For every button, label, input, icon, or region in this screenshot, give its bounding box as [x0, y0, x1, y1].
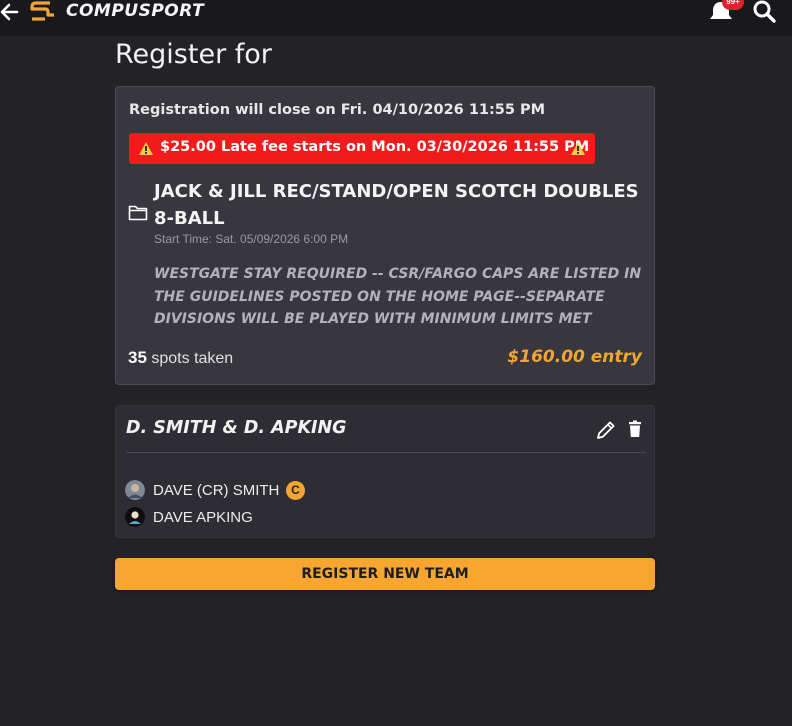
registration-close-notice: Registration will close on Fri. 04/10/20… [129, 102, 546, 118]
back-arrow-icon[interactable] [0, 1, 20, 23]
divider [126, 452, 646, 453]
spots-taken-count: 35 [128, 348, 147, 367]
spots-taken-label: spots taken [151, 350, 234, 367]
late-fee-text: $25.00 Late fee starts on Mon. 03/30/202… [160, 139, 590, 155]
register-new-team-button[interactable]: REGISTER NEW TEAM [115, 558, 655, 590]
team-card: D. SMITH & D. APKING DAVE (CR) SMITH C D… [115, 405, 655, 538]
search-icon[interactable] [751, 0, 777, 24]
avatar [125, 480, 145, 500]
member-name: DAVE APKING [153, 509, 253, 526]
event-card: Registration will close on Fri. 04/10/20… [115, 86, 655, 385]
captain-badge: C [286, 481, 305, 500]
warning-icon [571, 142, 585, 155]
event-title: JACK & JILL REC/STAND/OPEN SCOTCH DOUBLE… [154, 181, 639, 229]
avatar [125, 507, 145, 527]
page-title: Register for [115, 39, 272, 70]
folder-icon [128, 205, 148, 221]
compusport-logo-icon[interactable] [28, 0, 58, 22]
warning-icon [139, 142, 153, 155]
late-fee-banner: $25.00 Late fee starts on Mon. 03/30/202… [129, 133, 595, 164]
event-start-time: Start Time: Sat. 05/09/2026 6:00 PM [154, 232, 349, 246]
brand-name[interactable]: COMPUSPORT [66, 1, 204, 21]
spots-taken: 35 spots taken [128, 348, 233, 368]
team-name: D. SMITH & D. APKING [126, 418, 347, 438]
notification-badge: 99+ [722, 0, 744, 10]
entry-fee: $160.00 entry [507, 347, 642, 367]
event-notes: WESTGATE STAY REQUIRED -- CSR/FARGO CAPS… [154, 266, 642, 327]
member-name: DAVE (CR) SMITH [153, 482, 280, 499]
trash-icon[interactable] [627, 420, 643, 438]
top-bar: COMPUSPORT 99+ [0, 0, 792, 36]
pencil-icon[interactable] [595, 419, 617, 441]
